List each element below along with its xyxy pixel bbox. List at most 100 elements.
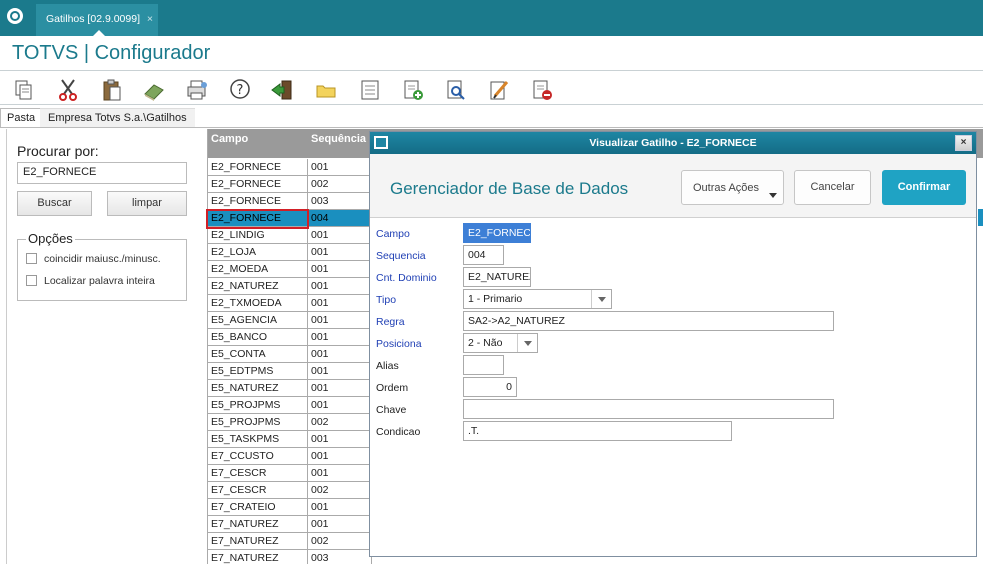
posiciona-select[interactable]: 2 - Não	[463, 333, 538, 353]
table-row[interactable]: E2_LOJA 001	[208, 244, 372, 261]
cell-sequencia: 001	[308, 465, 372, 481]
cell-campo: E5_AGENCIA	[208, 312, 308, 328]
regra-field[interactable]: SA2->A2_NATUREZ	[463, 311, 834, 331]
regra-label: Regra	[376, 316, 405, 328]
edit-icon[interactable]	[487, 78, 511, 102]
eraser-icon[interactable]	[142, 78, 166, 102]
paste-icon[interactable]	[100, 78, 124, 102]
cell-campo: E2_TXMOEDA	[208, 295, 308, 311]
app-title: TOTVS | Configurador	[12, 42, 211, 64]
confirm-button[interactable]: Confirmar	[882, 170, 966, 205]
table-row[interactable]: E5_PROJPMS 001	[208, 397, 372, 414]
column-header-sequencia[interactable]: Sequência	[311, 133, 366, 145]
divider	[0, 127, 983, 128]
table-row[interactable]: E5_CONTA 001	[208, 346, 372, 363]
table-row[interactable]: E7_NATUREZ 001	[208, 516, 372, 533]
help-icon[interactable]: ?	[228, 78, 252, 102]
table-row[interactable]: E7_NATUREZ 003	[208, 550, 372, 564]
table-row[interactable]: E2_FORNECE 001	[208, 159, 372, 176]
print-icon[interactable]	[185, 78, 209, 102]
table-row[interactable]: E5_EDTPMS 001	[208, 363, 372, 380]
options-title: Opções	[26, 231, 75, 246]
table-row[interactable]: E5_TASKPMS 001	[208, 431, 372, 448]
chevron-down-icon[interactable]	[591, 290, 611, 308]
cell-campo: E2_LOJA	[208, 244, 308, 260]
cancel-button[interactable]: Cancelar	[794, 170, 871, 205]
chevron-down-icon[interactable]	[517, 334, 537, 352]
table-row[interactable]: E7_NATUREZ 002	[208, 533, 372, 550]
tab-close-icon[interactable]: ×	[147, 13, 153, 25]
cell-campo: E5_NATUREZ	[208, 380, 308, 396]
table-row[interactable]: E2_FORNECE 002	[208, 176, 372, 193]
table-row[interactable]: E7_CESCR 002	[208, 482, 372, 499]
search-title: Procurar por:	[17, 143, 99, 159]
alias-field[interactable]	[463, 355, 504, 375]
table-row[interactable]: E2_LINDIG 001	[208, 227, 372, 244]
divider	[0, 70, 983, 71]
table-row[interactable]: E7_CESCR 001	[208, 465, 372, 482]
preview-icon[interactable]	[444, 78, 468, 102]
cell-sequencia: 002	[308, 414, 372, 430]
dropdown-arrow-icon	[769, 193, 777, 198]
copy-icon[interactable]	[12, 78, 36, 102]
limpar-button[interactable]: limpar	[107, 191, 187, 216]
table-row[interactable]: E5_PROJPMS 002	[208, 414, 372, 431]
cnt-dominio-label: Cnt. Dominio	[376, 272, 437, 284]
campo-label: Campo	[376, 228, 410, 240]
table-row[interactable]: E7_CCUSTO 001	[208, 448, 372, 465]
outras-acoes-label: Outras Ações	[693, 182, 760, 194]
chave-field[interactable]	[463, 399, 834, 419]
search-input[interactable]: E2_FORNECE	[17, 162, 187, 184]
folder-icon[interactable]	[314, 78, 338, 102]
cell-sequencia: 003	[308, 550, 372, 564]
cell-campo: E7_NATUREZ	[208, 550, 308, 564]
match-case-checkbox[interactable]	[26, 253, 37, 264]
table-row[interactable]: E2_FORNECE 003	[208, 193, 372, 210]
table-row[interactable]: E7_CRATEIO 001	[208, 499, 372, 516]
cnt-dominio-field[interactable]: E2_NATUREZ	[463, 267, 531, 287]
table-row[interactable]: E5_NATUREZ 001	[208, 380, 372, 397]
campo-field[interactable]: E2_FORNECE	[463, 223, 531, 243]
pasta-tab[interactable]: Pasta	[0, 108, 43, 128]
app-window: Gatilhos [02.9.0099] × TOTVS | Configura…	[0, 0, 983, 564]
tipo-select[interactable]: 1 - Primario	[463, 289, 612, 309]
selected-row-highlight	[206, 209, 309, 229]
condicao-field[interactable]: .T.	[463, 421, 732, 441]
cell-campo: E7_CESCR	[208, 465, 308, 481]
table-row[interactable]: E5_AGENCIA 001	[208, 312, 372, 329]
close-icon[interactable]: ×	[955, 135, 972, 151]
cell-campo: E5_PROJPMS	[208, 414, 308, 430]
column-header-campo[interactable]: Campo	[211, 133, 248, 145]
calculator-icon[interactable]	[358, 78, 382, 102]
table-row[interactable]: E5_BANCO 001	[208, 329, 372, 346]
outras-acoes-button[interactable]: Outras Ações	[681, 170, 784, 205]
dialog-header: Gerenciador de Base de Dados Outras Açõe…	[370, 154, 976, 218]
add-document-icon[interactable]	[401, 78, 425, 102]
posiciona-value: 2 - Não	[468, 337, 503, 349]
breadcrumb: Pasta Empresa Totvs S.a.\Gatilhos	[0, 108, 983, 128]
cell-campo: E2_LINDIG	[208, 227, 308, 243]
table-row[interactable]: E2_NATUREZ 001	[208, 278, 372, 295]
cell-sequencia: 001	[308, 329, 372, 345]
toolbar: ?	[0, 74, 983, 104]
selected-row-edge	[978, 209, 983, 226]
exit-icon[interactable]	[270, 78, 294, 102]
tab-active-caret-icon	[93, 30, 105, 36]
sequencia-field[interactable]: 004	[463, 245, 504, 265]
delete-document-icon[interactable]	[530, 78, 554, 102]
tab-gatilhos[interactable]: Gatilhos [02.9.0099] ×	[36, 4, 158, 36]
whole-word-option[interactable]: Localizar palavra inteira	[26, 275, 155, 287]
cell-campo: E2_FORNECE	[208, 159, 308, 175]
posiciona-label: Posiciona	[376, 338, 422, 350]
table-row[interactable]: E2_MOEDA 001	[208, 261, 372, 278]
buscar-button[interactable]: Buscar	[17, 191, 92, 216]
cell-campo: E5_CONTA	[208, 346, 308, 362]
dialog-titlebar[interactable]: Visualizar Gatilho - E2_FORNECE ×	[370, 132, 976, 154]
match-case-option[interactable]: coincidir maiusc./minusc.	[26, 253, 161, 265]
cell-campo: E7_NATUREZ	[208, 533, 308, 549]
cut-icon[interactable]	[56, 78, 80, 102]
whole-word-checkbox[interactable]	[26, 275, 37, 286]
table-row[interactable]: E2_TXMOEDA 001	[208, 295, 372, 312]
cell-sequencia: 002	[308, 482, 372, 498]
ordem-field[interactable]: 0	[463, 377, 517, 397]
